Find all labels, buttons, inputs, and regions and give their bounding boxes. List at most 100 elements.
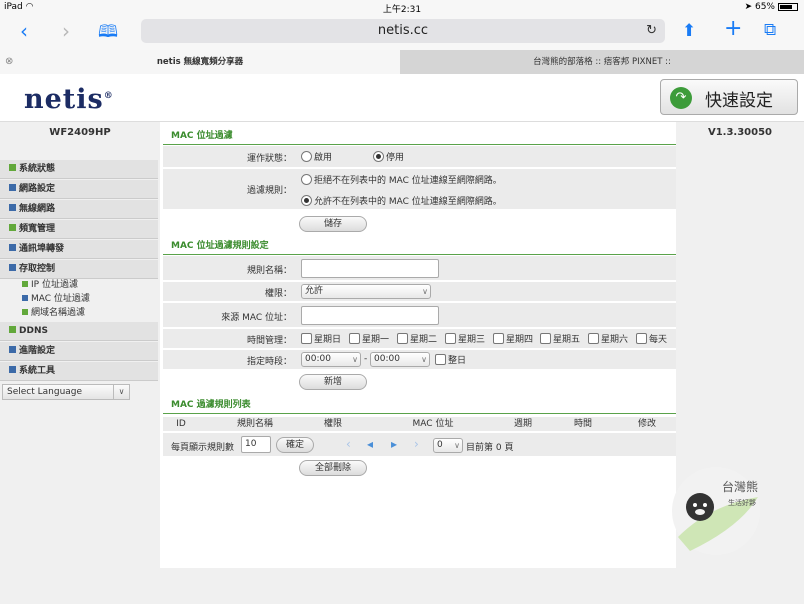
source-mac-input[interactable] [301,306,439,325]
quick-setup-button[interactable]: ↷ 快速設定 [660,79,798,115]
sidebar-subitem-mac-filter[interactable]: MAC 位址過濾 [22,293,90,306]
end-time-select[interactable]: 00:00 ∨ [370,352,430,367]
new-tab-icon[interactable]: + [724,18,742,40]
battery-icon [778,2,798,11]
rule-allow-option[interactable]: 允許不在列表中的 MAC 位址連線至網際網路。 [301,194,502,207]
sidebar-item-system-tools[interactable]: 系統工具 [0,362,158,381]
checkbox[interactable] [435,354,446,365]
checkbox[interactable] [493,333,504,344]
sidebar-item-ddns[interactable]: DDNS [0,322,158,341]
all-day-option[interactable]: 整日 [435,353,466,366]
forward-icon[interactable]: › [62,21,70,41]
last-page-icon[interactable]: › [414,437,419,451]
tab-pixnet[interactable]: 台灣熊的部落格 :: 痞客邦 PIXNET :: [400,50,804,74]
sidebar-item-advanced[interactable]: 進階設定 [0,342,158,361]
svg-text:生活好夥: 生活好夥 [728,498,756,507]
status-row: 運作狀態： 啟用 停用 [163,146,676,168]
reload-icon[interactable]: ↻ [646,19,657,43]
status-disable-option[interactable]: 停用 [373,150,404,163]
permission-select[interactable]: 允許 ∨ [301,284,431,299]
checkbox[interactable] [540,333,551,344]
radio-enable[interactable] [301,151,312,162]
rule-deny-option[interactable]: 拒絕不在列表中的 MAC 位址連線至網際網路。 [301,173,502,186]
sidebar-item-bandwidth[interactable]: 頻寬管理 [0,220,158,239]
checkbox[interactable] [349,333,360,344]
page-select[interactable]: 0 ∨ [433,438,463,453]
svg-text:台灣熊: 台灣熊 [722,479,758,494]
radio-allow[interactable] [301,195,312,206]
sidebar-item-wireless[interactable]: 無線網路 [0,200,158,219]
page-header: netis® ↷ 快速設定 [0,75,804,122]
delete-all-button[interactable]: 全部刪除 [299,460,367,476]
section-title-mac-filter: MAC 位址過濾 [163,128,676,145]
day-sunday[interactable]: 星期日 [301,332,341,345]
sidebar-item-port-forwarding[interactable]: 通訊埠轉發 [0,240,158,259]
save-button[interactable]: 儲存 [299,216,367,232]
day-saturday[interactable]: 星期六 [588,332,628,345]
day-thursday[interactable]: 星期四 [493,332,533,345]
col-cycle: 週期 [513,419,532,429]
checkbox[interactable] [397,333,408,344]
bullet-icon [22,295,28,301]
col-mac: MAC 位址 [412,419,454,429]
address-bar[interactable]: netis.cc ↻ [141,19,665,43]
next-page-icon[interactable]: ▸ [391,437,397,451]
prev-page-icon[interactable]: ◂ [367,437,373,451]
wireless-icon [9,204,16,211]
start-time-select[interactable]: 00:00 ∨ [301,352,361,367]
per-page-input[interactable]: 10 [241,436,271,453]
chevron-down-icon: ∨ [352,355,358,364]
sidebar-item-access-control[interactable]: 存取控制 [0,260,158,279]
status-label: 運作狀態： [246,154,292,164]
sidebar-subitem-ip-filter[interactable]: IP 位址過濾 [22,279,78,292]
sidebar-subitem-domain-filter[interactable]: 網域名稱過濾 [22,307,85,320]
day-wednesday[interactable]: 星期三 [445,332,485,345]
tools-icon [9,366,16,373]
section-title-rule-list: MAC 過濾規則列表 [163,397,676,414]
bookmarks-icon[interactable]: 🕮 [98,22,118,42]
bullet-icon [22,309,28,315]
status-enable-option[interactable]: 啟用 [301,150,332,163]
sidebar-item-network[interactable]: 網路設定 [0,180,158,199]
day-tuesday[interactable]: 星期二 [397,332,437,345]
checkbox[interactable] [588,333,599,344]
quick-setup-icon: ↷ [670,87,692,109]
col-time: 時間 [573,419,592,429]
time-separator: - [364,354,368,364]
quick-setup-label: 快速設定 [705,91,773,111]
rule-name-input[interactable] [301,259,439,278]
checkbox[interactable] [301,333,312,344]
schedule-row: 時間管理： 星期日 星期一 星期二 星期三 星期四 星期五 星期六 每天 [163,329,676,349]
confirm-button[interactable]: 確定 [276,437,314,453]
add-button[interactable]: 新增 [299,374,367,390]
checkbox[interactable] [445,333,456,344]
col-permission: 權限 [323,419,342,429]
close-tab-icon[interactable]: ⊗ [5,50,13,74]
per-page-label: 每頁顯示規則數 [171,443,235,453]
rule-name-label: 規則名稱： [246,266,292,276]
radio-deny[interactable] [301,174,312,185]
advanced-icon [9,346,16,353]
day-everyday[interactable]: 每天 [636,332,667,345]
tabs-overview-icon[interactable]: ⧉ [764,20,776,40]
location-icon: ➤ [744,2,753,12]
language-select[interactable]: Select Language ∨ [2,384,130,400]
firmware-version: V1.3.30050 [707,127,773,138]
permission-label: 權限： [264,289,292,299]
rule-row: 過濾規則： 拒絕不在列表中的 MAC 位址連線至網際網路。 允許不在列表中的 M… [163,169,676,210]
col-id: ID [176,419,186,429]
url-text: netis.cc [377,23,429,38]
period-row: 指定時段： 00:00 ∨ - 00:00 ∨ 整日 [163,350,676,370]
day-friday[interactable]: 星期五 [540,332,580,345]
back-icon[interactable]: ‹ [20,21,28,41]
chevron-down-icon: ∨ [421,355,427,364]
radio-disable[interactable] [373,151,384,162]
browser-tabs: ⊗ netis 無線寬頻分享器 台灣熊的部落格 :: 痞客邦 PIXNET :: [0,50,804,74]
day-monday[interactable]: 星期一 [349,332,389,345]
sidebar-item-system-status[interactable]: 系統狀態 [0,160,158,179]
share-icon[interactable]: ⬆ [682,21,696,41]
tab-netis[interactable]: ⊗ netis 無線寬頻分享器 [0,50,400,74]
first-page-icon[interactable]: ‹ [346,437,351,451]
watermark-badge: 台灣熊 生活好夥 [672,467,760,555]
checkbox[interactable] [636,333,647,344]
